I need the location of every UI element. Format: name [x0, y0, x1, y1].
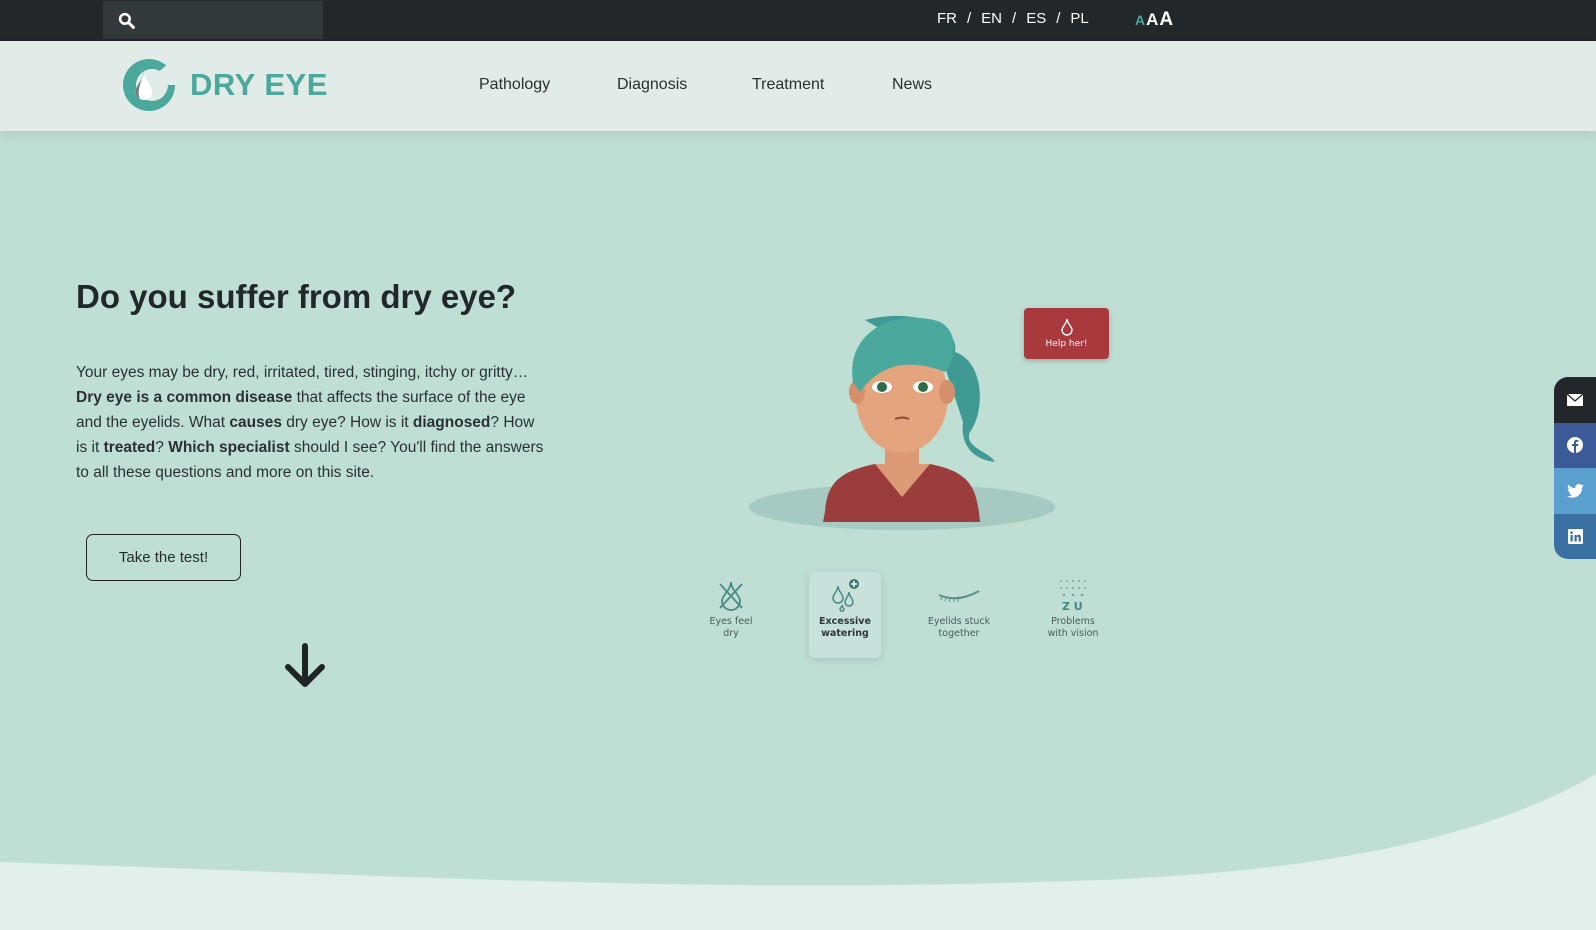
email-share-button[interactable] — [1554, 377, 1596, 423]
help-her-label: Help her! — [1045, 339, 1088, 349]
intro-emphasis: Dry eye is a common disease — [76, 389, 293, 406]
nav-treatment[interactable]: Treatment — [752, 76, 824, 94]
intro-text: dry eye? How is it — [281, 414, 413, 431]
closed-eyelid-icon — [938, 590, 980, 603]
text-size-switcher: A A A — [1135, 9, 1173, 31]
language-switcher: FR / EN / ES / PL — [937, 10, 1089, 27]
social-share-bar — [1554, 377, 1596, 559]
linkedin-icon — [1567, 528, 1583, 544]
twitter-icon — [1566, 483, 1584, 498]
symptom-label: dry — [723, 628, 739, 639]
svg-text:Z U: Z U — [1062, 600, 1083, 612]
intro-text: ? — [155, 439, 169, 456]
logo[interactable]: DRY EYE — [122, 58, 328, 112]
facebook-share-button[interactable] — [1554, 422, 1596, 468]
main-header: DRY EYE Pathology Diagnosis Treatment Ne… — [0, 41, 1596, 131]
symptom-label: with vision — [1047, 628, 1099, 639]
intro-emphasis: Which specialist — [168, 439, 290, 456]
lang-fr[interactable]: FR — [937, 10, 957, 27]
symptom-label: Excessive — [819, 616, 871, 627]
search-input[interactable] — [103, 1, 323, 39]
intro-text: Your eyes may be dry, red, irritated, ti… — [76, 364, 529, 381]
lang-separator: / — [1012, 10, 1017, 27]
logo-text: DRY EYE — [190, 67, 328, 102]
intro-emphasis: treated — [103, 439, 156, 456]
top-bar: FR / EN / ES / PL A A A — [0, 0, 1596, 41]
arrow-down-icon[interactable] — [283, 643, 327, 689]
nav-news[interactable]: News — [892, 76, 932, 94]
intro-emphasis: causes — [229, 414, 282, 431]
symptom-label: Eyes feel — [709, 616, 753, 627]
lang-en[interactable]: EN — [981, 10, 1002, 27]
symptom-eyes-dry[interactable]: Eyes feel dry — [695, 572, 767, 658]
symptom-excessive-watering[interactable]: Excessive watering — [809, 572, 881, 658]
symptom-label: Problems — [1051, 616, 1095, 627]
intro-emphasis: diagnosed — [412, 414, 491, 431]
logo-drop-icon — [123, 58, 176, 111]
linkedin-share-button[interactable] — [1554, 513, 1596, 559]
page-title: Do you suffer from dry eye? — [76, 278, 517, 315]
symptom-label: together — [938, 628, 980, 639]
crossed-drop-icon — [719, 581, 743, 611]
lang-separator: / — [967, 10, 972, 27]
take-test-button[interactable]: Take the test! — [86, 534, 241, 581]
symptom-label: watering — [821, 628, 869, 639]
symptom-vision-problems[interactable]: Z U Problems with vision — [1037, 572, 1109, 658]
lang-es[interactable]: ES — [1026, 10, 1046, 27]
drops-plus-icon — [832, 579, 859, 612]
symptom-label: Eyelids stuck — [927, 616, 991, 627]
nav-diagnosis[interactable]: Diagnosis — [617, 76, 687, 94]
text-size-medium[interactable]: A — [1146, 10, 1158, 30]
nav-pathology[interactable]: Pathology — [479, 76, 550, 94]
symptom-eyelids-stuck[interactable]: Eyelids stuck together — [923, 572, 995, 658]
text-size-large[interactable]: A — [1159, 9, 1173, 31]
eye-chart-icon: Z U — [1060, 580, 1086, 612]
intro-paragraph: Your eyes may be dry, red, irritated, ti… — [76, 360, 546, 485]
lang-pl[interactable]: PL — [1070, 10, 1088, 27]
facebook-icon — [1567, 437, 1583, 454]
drop-icon — [1060, 318, 1073, 336]
lang-separator: / — [1056, 10, 1061, 27]
woman-illustration — [749, 315, 1055, 530]
search-icon — [118, 12, 135, 29]
email-icon — [1567, 393, 1583, 406]
twitter-share-button[interactable] — [1554, 468, 1596, 514]
help-her-button[interactable]: Help her! — [1024, 308, 1109, 359]
text-size-small[interactable]: A — [1135, 12, 1145, 28]
